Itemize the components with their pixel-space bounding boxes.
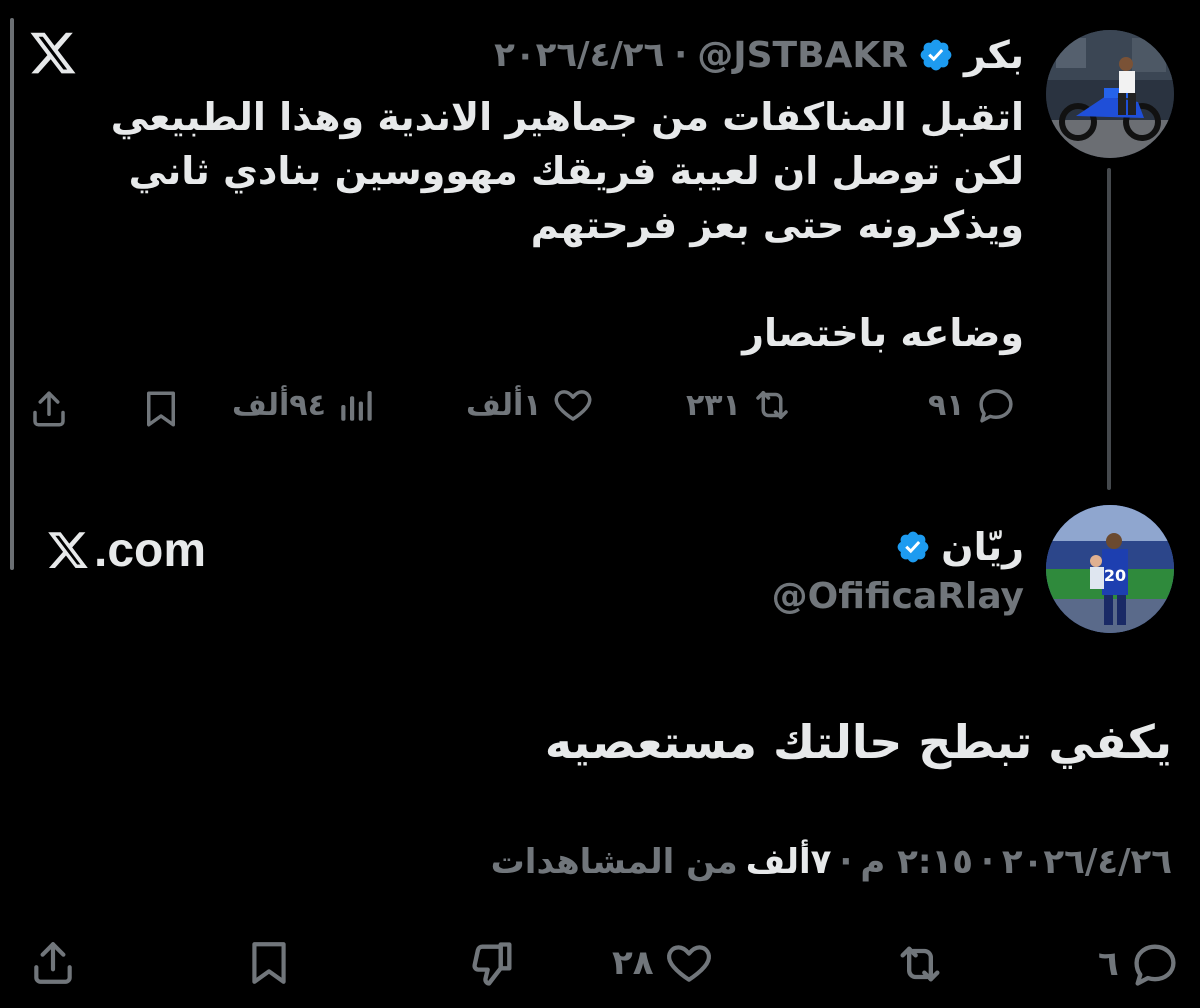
tweet-date[interactable]: ٢٠٢٦/٤/٢٦ [494, 35, 664, 75]
like-count: ١ألف [466, 387, 542, 423]
share-button[interactable] [28, 388, 70, 430]
quoted-tweet-header: بكر @JSTBAKR · ٢٠٢٦/٤/٢٦ [494, 28, 1024, 82]
verified-badge-icon [895, 529, 931, 565]
reply-author-name[interactable]: ريّان [941, 525, 1024, 569]
quoted-tweet-body: اتقبل المناكفات من جماهير الاندية وهذا ا… [84, 90, 1024, 360]
svg-text:20: 20 [1104, 566, 1126, 585]
like-icon [552, 384, 594, 426]
reply-icon [1129, 938, 1181, 990]
body-line: لكن توصل ان لعيبة فريقك مهووسين بنادي ثا… [128, 149, 1024, 193]
repost-icon [751, 384, 793, 426]
repost-count: ٢٣١ [686, 387, 741, 423]
views-button[interactable]: ٩٤ألف [232, 384, 378, 426]
verified-badge-icon [918, 37, 954, 73]
reply-tweet-meta: ٢٠٢٦/٤/٢٦ · ٢:١٥ م · ٧ألف من المشاهدات [491, 842, 1172, 882]
like-button[interactable]: ١ألف [466, 384, 594, 426]
reply-views-label: من المشاهدات [490, 842, 738, 882]
bookmark-icon [244, 938, 294, 988]
reply-count: ٩١ [928, 387, 965, 423]
share-button[interactable] [28, 938, 78, 988]
bookmark-button[interactable] [140, 388, 182, 430]
x-logo-icon [46, 528, 90, 572]
reply-author-avatar[interactable]: 20 [1046, 505, 1174, 633]
reply-date[interactable]: ٢٠٢٦/٤/٢٦ [1002, 842, 1172, 882]
thread-connector-line [1107, 168, 1111, 490]
reply-author-handle[interactable]: @OfificaRlay [772, 576, 1024, 617]
separator-dot: · [839, 842, 853, 882]
repost-button[interactable] [894, 938, 946, 990]
separator-dot: · [674, 35, 688, 75]
reply-tweet-body: يكفي تبطح حالتك مستعصيه [544, 715, 1172, 769]
reply-count: ٦ [1098, 944, 1119, 984]
views-icon [336, 384, 378, 426]
xcom-link[interactable]: .com [46, 520, 206, 580]
dislike-button[interactable] [466, 938, 518, 990]
separator-dot: · [980, 842, 994, 882]
like-count: ٢٨ [612, 943, 654, 983]
reply-button[interactable]: ٩١ [928, 384, 1017, 426]
dislike-icon [466, 938, 518, 990]
share-icon [28, 938, 78, 988]
body-line: ويذكرونه حتى بعز فرحتهم [530, 203, 1024, 247]
quote-accent-bar [10, 18, 14, 570]
reply-action-bar: ٢٨ ٦ [0, 930, 1200, 1000]
reply-author-header: ريّان [895, 518, 1024, 576]
reply-icon [975, 384, 1017, 426]
reply-button[interactable]: ٦ [1098, 938, 1181, 990]
like-icon [664, 938, 714, 988]
author-handle[interactable]: @JSTBAKR [697, 35, 908, 76]
body-line: وضاعه باختصار [742, 311, 1024, 355]
views-count: ٩٤ألف [232, 387, 326, 423]
reply-time[interactable]: ٢:١٥ م [860, 842, 973, 882]
repost-button[interactable]: ٢٣١ [686, 384, 793, 426]
author-name[interactable]: بكر [964, 33, 1024, 77]
bookmark-icon [140, 388, 182, 430]
xcom-text: .com [94, 523, 207, 577]
share-icon [28, 388, 70, 430]
body-line: اتقبل المناكفات من جماهير الاندية وهذا ا… [110, 95, 1024, 139]
repost-icon [894, 938, 946, 990]
bookmark-button[interactable] [244, 938, 294, 988]
reply-views-count: ٧ألف [745, 842, 832, 882]
author-avatar[interactable] [1046, 30, 1174, 158]
x-logo-icon [28, 28, 78, 78]
like-button[interactable]: ٢٨ [612, 938, 714, 988]
